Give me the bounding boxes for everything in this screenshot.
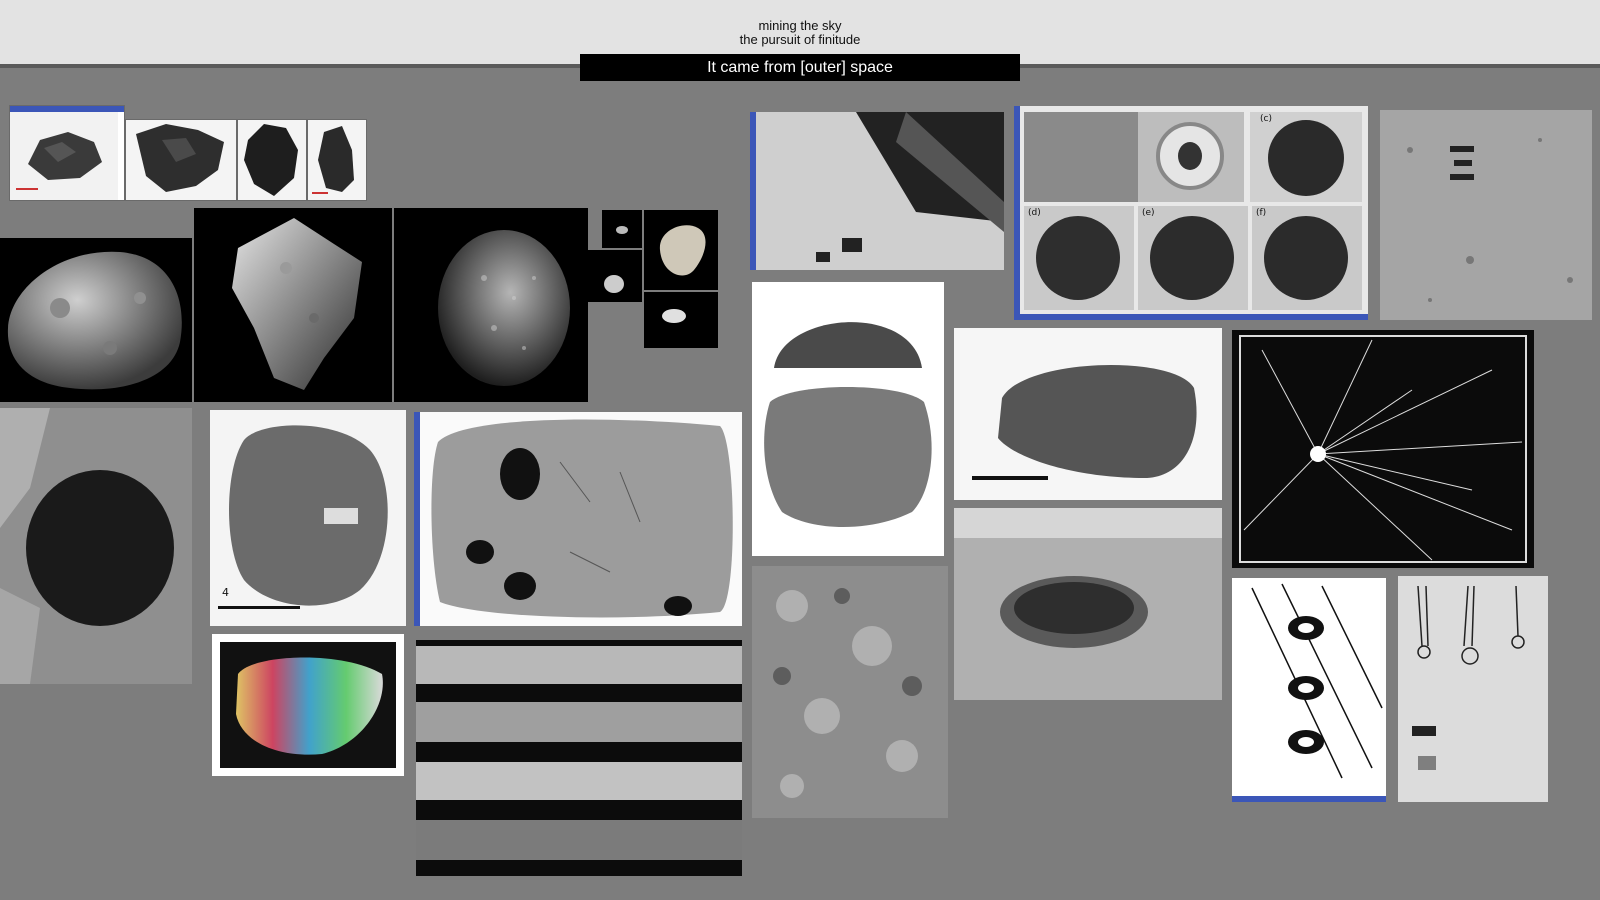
meteor-radiant-chart[interactable]: [1232, 330, 1534, 568]
comet-drawings-image: [1232, 578, 1386, 796]
rock-texture-image: [752, 566, 948, 818]
asteroid-gray-photo[interactable]: [194, 208, 392, 402]
chinese-comet-atlas-image: [1398, 576, 1548, 802]
meteorite-fragment-3-image: [238, 120, 306, 200]
meteor-radiant-image: [1232, 330, 1534, 568]
drill-core-samples-photo[interactable]: [416, 640, 742, 876]
tektite-dome-photo[interactable]: [752, 282, 944, 556]
lunar-crater-aerial-image: [954, 508, 1222, 700]
tektite-side-image: [954, 328, 1222, 500]
small-asteroid-1-image: [616, 226, 628, 234]
panel-label-f: (f): [1256, 208, 1267, 218]
meteorite-specimen-4-image: [210, 410, 406, 626]
crater-pit-image: [0, 408, 192, 684]
asteroid-gray-image: [232, 218, 362, 390]
section-title-bar: It came from [outer] space: [580, 54, 1020, 81]
meteorite-fragment-4-image: [308, 120, 366, 200]
tektite-side-photo[interactable]: [954, 328, 1222, 500]
board-titles: mining the sky the pursuit of finitude: [0, 19, 1600, 47]
rock-texture-photo[interactable]: [752, 566, 948, 818]
lunar-crater-aerial-photo[interactable]: [954, 508, 1222, 700]
asteroid-surface-grainy-image: [1380, 110, 1592, 320]
crater-pit-photo[interactable]: [0, 408, 192, 684]
drill-core-samples-image: [416, 640, 742, 876]
meteorite-fragment-1-image: [10, 112, 118, 200]
panel-label-d: (d): [1028, 208, 1041, 218]
meteorite-fragment-2[interactable]: [126, 120, 236, 200]
panel-label-e: (e): [1142, 208, 1155, 218]
meteorite-fragment-2-image: [126, 120, 236, 200]
meteorite-fragment-3[interactable]: [238, 120, 306, 200]
chinese-comet-atlas[interactable]: [1398, 576, 1548, 802]
board-title: mining the sky: [758, 18, 842, 33]
sample-containers-photo[interactable]: (c) (d) (e) (f): [1014, 106, 1368, 320]
lander-shadow-photo[interactable]: [750, 112, 1004, 270]
tektite-dome-image: [752, 282, 944, 556]
small-asteroid-2[interactable]: [588, 250, 642, 302]
phobos-moon-image: [7, 251, 182, 390]
small-asteroid-3[interactable]: [644, 210, 718, 290]
panel-label-c: (c): [1260, 114, 1272, 124]
specimen-number-label: 4: [222, 586, 229, 599]
meteorite-fragment-1[interactable]: [10, 106, 124, 200]
small-asteroid-2-image: [604, 275, 624, 293]
iridescent-fragment-photo[interactable]: [212, 634, 404, 776]
board-subtitle: the pursuit of finitude: [739, 32, 861, 47]
asteroid-surface-grainy-photo[interactable]: [1380, 110, 1592, 320]
small-asteroid-4[interactable]: [644, 292, 718, 348]
meteorite-slab-image: [420, 412, 742, 626]
small-asteroid-3-image: [659, 225, 706, 276]
small-asteroid-1[interactable]: [602, 210, 642, 248]
comet-drawings[interactable]: [1232, 578, 1386, 802]
asteroid-rubble-photo[interactable]: [394, 208, 588, 402]
asteroid-rubble-image: [438, 230, 570, 386]
iridescent-fragment-image: [220, 642, 396, 768]
meteorite-specimen-4[interactable]: 4: [210, 410, 406, 626]
phobos-moon-photo[interactable]: [0, 238, 192, 402]
meteorite-fragment-4[interactable]: [308, 120, 366, 200]
small-asteroid-4-image: [662, 309, 686, 323]
lander-shadow-image: [756, 112, 1004, 270]
meteorite-slab-photo[interactable]: [414, 412, 742, 626]
sample-containers-image: [1020, 106, 1368, 314]
